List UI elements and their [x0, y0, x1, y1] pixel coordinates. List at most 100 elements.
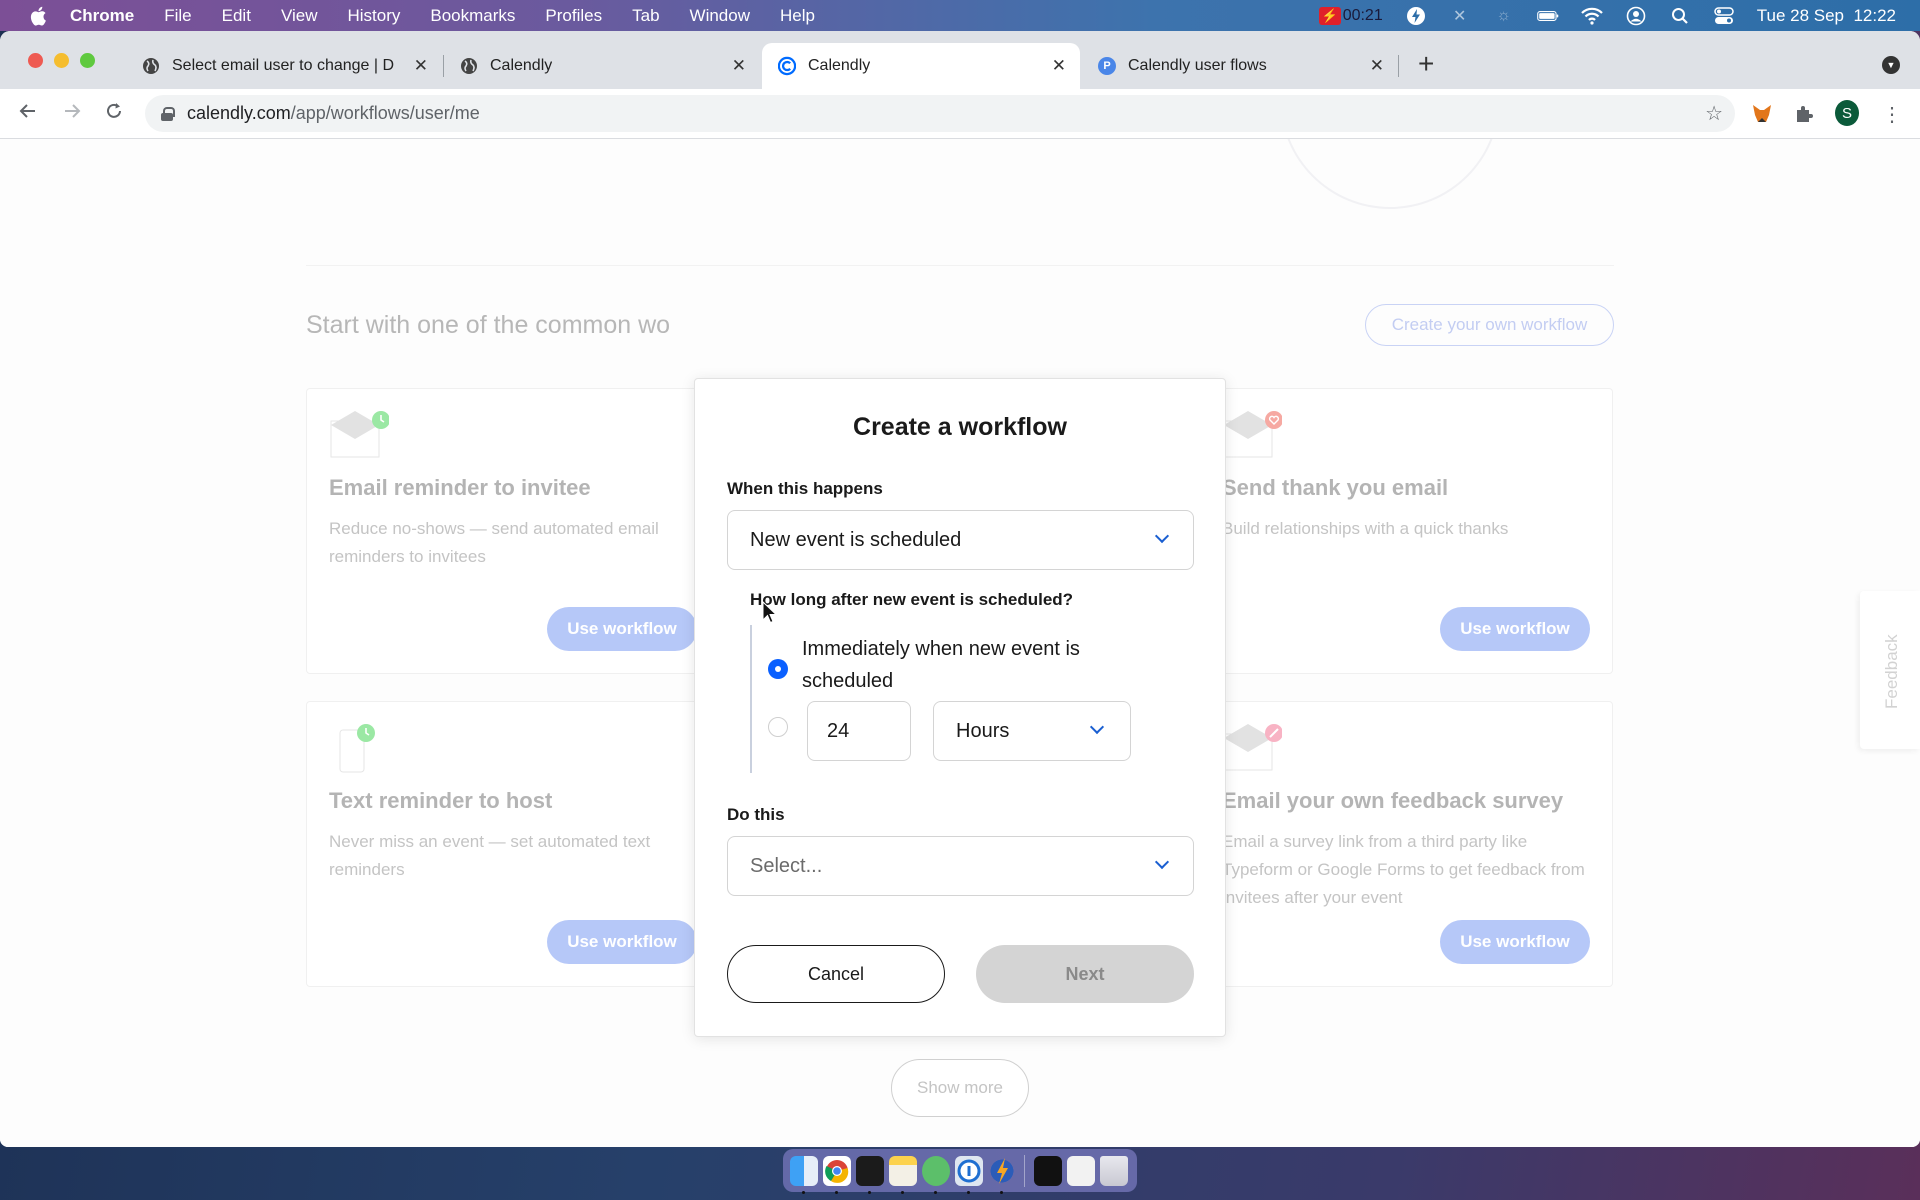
envelope-pencil-icon [1222, 724, 1283, 772]
use-workflow-button[interactable]: Use workflow [547, 607, 697, 651]
menu-profiles[interactable]: Profiles [545, 6, 602, 26]
tab-calendly-1[interactable]: Calendly ✕ [444, 43, 760, 89]
forward-button[interactable] [62, 101, 82, 127]
chrome-menu-icon[interactable]: ⋮ [1880, 102, 1904, 126]
spotlight-search-icon[interactable] [1669, 6, 1691, 26]
control-center-icon[interactable] [1713, 6, 1735, 26]
dock-reeder-icon[interactable] [988, 1155, 1016, 1194]
lock-icon[interactable] [161, 106, 175, 121]
envelope-heart-icon [1222, 411, 1283, 459]
maximize-window-button[interactable] [80, 53, 95, 68]
wifi-icon[interactable] [1580, 6, 1603, 26]
create-own-workflow-button[interactable]: Create your own workflow [1365, 304, 1614, 346]
address-bar[interactable]: calendly.com/app/workflows/user/me ☆ [145, 95, 1735, 132]
menu-bookmarks[interactable]: Bookmarks [430, 6, 515, 26]
new-tab-button[interactable]: + [1418, 49, 1434, 79]
tab-separator [1398, 55, 1399, 77]
dock-atom-icon[interactable] [922, 1155, 950, 1194]
trigger-label: When this happens [727, 479, 883, 498]
url-text[interactable]: calendly.com/app/workflows/user/me [187, 103, 480, 124]
tab-title: Calendly [808, 57, 871, 74]
p-app-icon: P [1098, 57, 1116, 75]
reload-button[interactable] [104, 101, 124, 127]
menu-history[interactable]: History [347, 6, 400, 26]
use-workflow-button[interactable]: Use workflow [1440, 607, 1590, 651]
menu-edit[interactable]: Edit [222, 6, 251, 26]
clock-datetime[interactable]: Tue 28 Sep 12:22 [1757, 6, 1896, 26]
use-workflow-button[interactable]: Use workflow [547, 920, 697, 964]
tab-title: Calendly [490, 57, 553, 74]
url-domain: calendly.com [187, 103, 291, 123]
phone-clock-icon [329, 724, 385, 773]
window-controls [28, 53, 95, 68]
dock-preview-icon[interactable] [1067, 1155, 1095, 1186]
battery-icon[interactable] [1536, 6, 1559, 26]
screen-recording-indicator[interactable]: ⚡ 00:21 [1318, 6, 1383, 25]
menu-view[interactable]: View [281, 6, 318, 26]
menu-file[interactable]: File [164, 6, 191, 26]
minimize-window-button[interactable] [54, 53, 69, 68]
close-tab-icon[interactable]: ✕ [1370, 56, 1384, 76]
metamask-fox-icon[interactable] [1750, 102, 1774, 126]
dock-terminal-icon[interactable] [856, 1155, 884, 1194]
recording-time: 00:21 [1342, 6, 1383, 24]
card-description: Email a survey link from a third party l… [1222, 832, 1585, 907]
macos-menu-bar: Chrome File Edit View History Bookmarks … [0, 0, 1920, 31]
card-title: Send thank you email [1222, 475, 1449, 500]
profile-avatar[interactable]: S [1835, 100, 1859, 126]
bolt-app-icon[interactable] [1405, 6, 1427, 26]
next-button[interactable]: Next [976, 945, 1194, 1003]
calendly-icon [778, 56, 796, 76]
section-title: Start with one of the common wo [306, 311, 671, 339]
action-select[interactable]: Select... [727, 836, 1194, 896]
use-workflow-button[interactable]: Use workflow [1440, 920, 1590, 964]
card-title: Email reminder to invitee [329, 475, 591, 500]
dock-1password-icon[interactable] [955, 1155, 983, 1194]
tab-select-email-user[interactable]: Select email user to change | D ✕ [126, 43, 442, 89]
tab-search-icon[interactable]: ▼ [1882, 56, 1900, 74]
dock-chrome-icon[interactable] [823, 1155, 851, 1194]
apple-menu-icon[interactable] [28, 5, 50, 27]
menu-help[interactable]: Help [780, 6, 815, 26]
radio-delay[interactable] [768, 717, 788, 737]
workflow-card: Text reminder to host Never miss an even… [306, 701, 720, 987]
envelope-clock-icon [329, 411, 390, 459]
tab-title: Calendly user flows [1128, 57, 1267, 74]
timing-group-bar [750, 625, 752, 773]
dock-notes-icon[interactable] [889, 1155, 917, 1194]
close-tab-icon[interactable]: ✕ [732, 56, 746, 76]
bookmark-star-icon[interactable]: ☆ [1705, 101, 1723, 126]
menu-app-chrome[interactable]: Chrome [70, 6, 134, 26]
delay-amount-input[interactable]: 24 [807, 701, 911, 761]
delay-unit-select[interactable]: Hours [933, 701, 1131, 761]
radio-immediately[interactable] [768, 659, 788, 679]
create-workflow-modal: Create a workflow When this happens New … [694, 378, 1226, 1037]
show-more-button[interactable]: Show more [891, 1059, 1029, 1117]
mic-muted-icon[interactable]: ✕ [1449, 6, 1471, 26]
timing-label: How long after new event is scheduled? [750, 590, 1074, 609]
trigger-select[interactable]: New event is scheduled [727, 510, 1194, 570]
macos-dock [783, 1149, 1137, 1194]
close-window-button[interactable] [28, 53, 43, 68]
dock-recording-folder-icon[interactable] [1034, 1155, 1062, 1186]
extensions-puzzle-icon[interactable] [1792, 102, 1816, 126]
browser-toolbar: calendly.com/app/workflows/user/me ☆ S ⋮ [0, 89, 1920, 139]
radio-immediately-label[interactable]: Immediately when new event is scheduled [802, 633, 1102, 697]
close-tab-icon[interactable]: ✕ [1052, 56, 1066, 76]
dock-trash-icon[interactable] [1100, 1155, 1128, 1186]
chrome-window: Select email user to change | D ✕ Calend… [0, 31, 1920, 1147]
tab-calendly-user-flows[interactable]: P Calendly user flows ✕ [1082, 43, 1398, 89]
close-tab-icon[interactable]: ✕ [414, 56, 428, 76]
brightness-icon[interactable]: ☼ [1493, 6, 1515, 26]
calendly-workflows-page: Start with one of the common wo Create y… [0, 139, 1920, 1147]
menu-tab[interactable]: Tab [632, 6, 659, 26]
back-button[interactable] [18, 101, 38, 127]
recording-icon: ⚡ [1318, 6, 1341, 25]
menu-window[interactable]: Window [690, 6, 750, 26]
tab-calendly-active[interactable]: Calendly ✕ [762, 43, 1080, 89]
cancel-button[interactable]: Cancel [727, 945, 945, 1003]
dock-finder-icon[interactable] [790, 1155, 818, 1194]
trigger-value: New event is scheduled [750, 528, 962, 551]
feedback-tab[interactable]: Feedback [1860, 591, 1920, 749]
user-account-icon[interactable] [1625, 6, 1647, 26]
